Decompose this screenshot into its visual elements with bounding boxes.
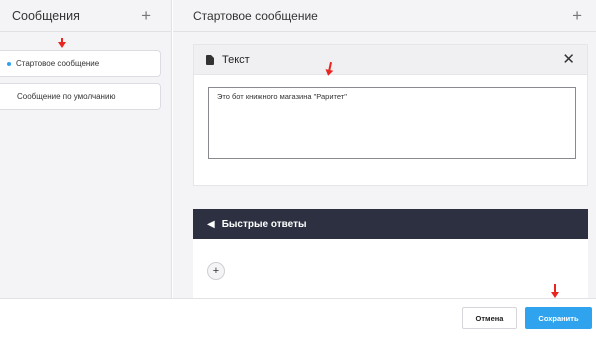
sidebar-header: Сообщения +: [0, 0, 171, 32]
text-block-header: Текст ✕: [194, 45, 587, 75]
reply-arrow-icon: ◀: [207, 218, 215, 230]
dialog-footer: Отмена Сохранить: [0, 298, 596, 340]
messages-sidebar: Сообщения + Стартовое сообщение Сообщени…: [0, 0, 172, 298]
editor-header: Стартовое сообщение +: [173, 0, 596, 32]
annotation-arrow-save: [551, 284, 559, 298]
annotation-arrow-sidebar: [58, 38, 66, 48]
close-icon[interactable]: ✕: [562, 52, 575, 67]
quick-replies-title: Быстрые ответы: [221, 218, 307, 230]
quick-replies-header: ◀ Быстрые ответы: [193, 209, 588, 239]
add-block-icon[interactable]: +: [572, 7, 582, 24]
message-item-start[interactable]: Стартовое сообщение: [0, 50, 161, 77]
add-quick-reply-button[interactable]: +: [207, 262, 225, 280]
message-text-input[interactable]: Это бот книжного магазина "Раритет": [208, 87, 576, 159]
message-item-label: Сообщение по умолчанию: [17, 92, 116, 101]
editor-title: Стартовое сообщение: [193, 8, 318, 23]
text-block-title: Текст: [222, 53, 250, 66]
quick-replies-block: ◀ Быстрые ответы +: [193, 209, 588, 298]
text-block: Текст ✕ Это бот книжного магазина "Рарит…: [193, 44, 588, 186]
save-button[interactable]: Сохранить: [525, 307, 592, 329]
message-list: Стартовое сообщение Сообщение по умолчан…: [0, 32, 171, 110]
cancel-button[interactable]: Отмена: [462, 307, 517, 329]
active-dot-icon: [7, 61, 11, 66]
add-message-icon[interactable]: +: [141, 7, 151, 24]
message-editor: Стартовое сообщение + Текст ✕ Это бот кн…: [173, 0, 596, 298]
sidebar-title: Сообщения: [12, 8, 80, 23]
message-item-label: Стартовое сообщение: [16, 59, 100, 68]
message-item-default[interactable]: Сообщение по умолчанию: [0, 83, 161, 110]
document-icon: [206, 54, 214, 65]
